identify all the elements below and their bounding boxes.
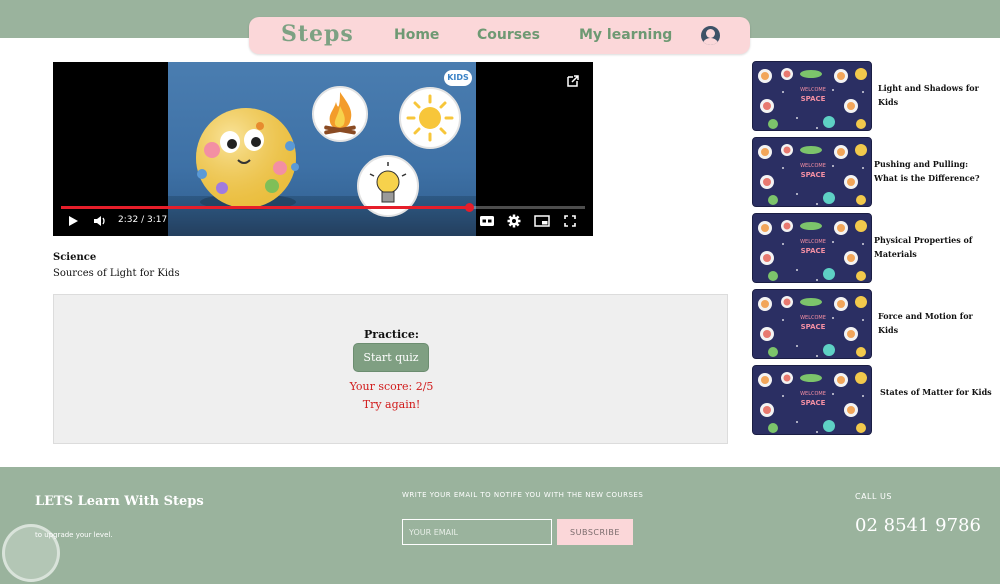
kids-channel-badge: KIDS: [444, 70, 472, 86]
svg-text:WELCOME: WELCOME: [800, 239, 826, 245]
fullscreen-icon[interactable]: [564, 215, 576, 227]
course-thumbnail[interactable]: WELCOME SPACE: [752, 213, 872, 283]
lesson-subject: Science: [53, 252, 97, 263]
svg-text:SPACE: SPACE: [801, 399, 826, 407]
svg-text:SPACE: SPACE: [801, 95, 826, 103]
video-time: 2:32 / 3:17: [118, 215, 168, 225]
video-illustration: [196, 86, 461, 217]
phone-number: 02 8541 9786: [855, 515, 981, 536]
course-card[interactable]: WELCOME SPACE States of Matter for Kids: [752, 365, 992, 435]
course-thumbnail[interactable]: WELCOME SPACE: [752, 365, 872, 435]
nav-courses[interactable]: Courses: [477, 27, 540, 43]
course-title[interactable]: Light and Shadows for Kids: [878, 81, 990, 109]
subscribe-button[interactable]: SUBSCRIBE: [557, 519, 633, 545]
watermark-logo: [2, 524, 60, 582]
call-us-label: CALL US: [855, 492, 892, 501]
sun-icon: [399, 87, 461, 149]
fire-icon: [312, 86, 368, 142]
course-thumbnail[interactable]: WELCOME SPACE: [752, 61, 872, 131]
svg-text:WELCOME: WELCOME: [800, 163, 826, 169]
svg-text:SPACE: SPACE: [801, 247, 826, 255]
practice-panel: Practice: Start quiz Your score: 2/5 Try…: [53, 294, 728, 444]
settings-icon[interactable]: [507, 214, 521, 228]
brand-logo[interactable]: Steps: [281, 21, 354, 47]
course-card[interactable]: WELCOME SPACE Force and Motion for Kids: [752, 289, 992, 359]
try-again-message: Try again!: [362, 398, 421, 411]
course-thumbnail[interactable]: WELCOME SPACE: [752, 289, 872, 359]
play-icon[interactable]: [67, 215, 79, 227]
sun-character-icon: [196, 108, 299, 210]
lesson-title: Sources of Light for Kids: [53, 268, 180, 279]
footer-brand: LETS Learn With Steps: [35, 494, 204, 509]
progress-scrubber[interactable]: [465, 203, 474, 212]
video-frame: KIDS: [168, 62, 476, 236]
user-avatar-icon[interactable]: [701, 26, 720, 45]
captions-icon[interactable]: [479, 215, 495, 227]
svg-text:SPACE: SPACE: [801, 323, 826, 331]
course-title[interactable]: Pushing and Pulling: What is the Differe…: [874, 157, 986, 185]
svg-text:WELCOME: WELCOME: [800, 391, 826, 397]
svg-text:SPACE: SPACE: [801, 171, 826, 179]
progress-fill: [61, 206, 469, 209]
quiz-score: Your score: 2/5: [349, 380, 434, 393]
practice-label: Practice:: [364, 328, 419, 341]
video-player[interactable]: KIDS 2:32 / 3:17: [53, 62, 593, 236]
nav-my-learning[interactable]: My learning: [579, 27, 672, 43]
course-title[interactable]: States of Matter for Kids: [880, 385, 992, 399]
svg-text:WELCOME: WELCOME: [800, 315, 826, 321]
miniplayer-icon[interactable]: [534, 215, 550, 227]
course-card[interactable]: WELCOME SPACE Pushing and Pulling: What is…: [752, 137, 992, 207]
nav-home[interactable]: Home: [394, 27, 439, 43]
newsletter-label: WRITE YOUR EMAIL TO NOTIFE YOU WITH THE …: [402, 491, 644, 499]
course-title[interactable]: Force and Motion for Kids: [878, 309, 990, 337]
footer: LETS Learn With Steps to upgrade your le…: [0, 467, 1000, 584]
course-title[interactable]: Physical Properties of Materials: [874, 233, 986, 261]
popout-icon[interactable]: [566, 74, 580, 88]
course-card[interactable]: WELCOME SPACE Physical Properties of Mater…: [752, 213, 992, 283]
course-card[interactable]: WELCOME SPACE Light and Shadows for Kids: [752, 61, 992, 131]
email-input[interactable]: [402, 519, 552, 545]
main-nav: Steps Home Courses My learning: [249, 17, 750, 54]
start-quiz-button[interactable]: Start quiz: [353, 343, 429, 372]
volume-icon[interactable]: [93, 215, 107, 227]
svg-text:WELCOME: WELCOME: [800, 87, 826, 93]
course-thumbnail[interactable]: WELCOME SPACE: [752, 137, 872, 207]
